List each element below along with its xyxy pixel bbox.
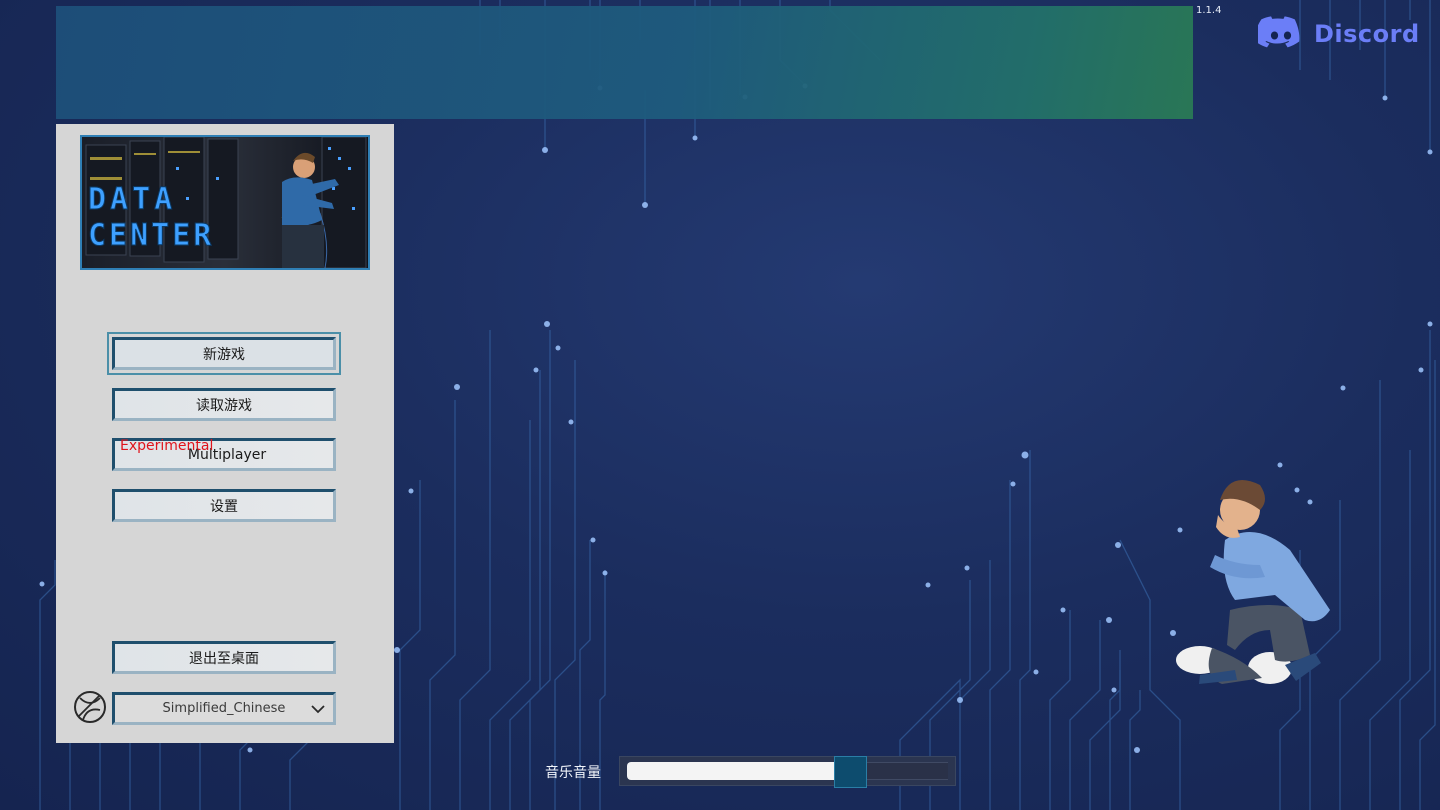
language-value: Simplified_Chinese: [162, 701, 286, 716]
discord-icon: [1258, 16, 1300, 48]
top-banner: [56, 6, 1193, 119]
game-logo: DATA CENTER: [80, 135, 370, 270]
version-label: 1.1.4: [1196, 5, 1222, 16]
music-volume-label: 音乐音量: [545, 765, 601, 781]
slider-fill: [627, 762, 838, 780]
slider-handle[interactable]: [834, 756, 867, 788]
logo-title-line1: DATA: [88, 182, 176, 217]
new-game-button[interactable]: 新游戏: [107, 332, 341, 375]
experimental-badge: Experimental: [120, 438, 214, 454]
language-select[interactable]: Simplified_Chinese: [112, 692, 336, 725]
discord-button[interactable]: Discord: [1258, 14, 1420, 54]
chevron-down-icon: [311, 705, 325, 714]
load-game-button[interactable]: 读取游戏: [112, 388, 336, 421]
multiplayer-button[interactable]: Experimental Multiplayer: [112, 438, 336, 471]
quit-button[interactable]: 退出至桌面: [112, 641, 336, 674]
discord-label: Discord: [1314, 20, 1420, 48]
character-illustration: [1176, 480, 1330, 684]
globe-icon: [74, 691, 106, 723]
main-menu-panel: DATA CENTER 新游戏 读取游戏 Experimental Multip…: [56, 124, 394, 743]
logo-title-line2: CENTER: [88, 218, 214, 253]
settings-button[interactable]: 设置: [112, 489, 336, 522]
slider-track: [867, 762, 948, 780]
music-volume-slider[interactable]: [619, 756, 956, 788]
